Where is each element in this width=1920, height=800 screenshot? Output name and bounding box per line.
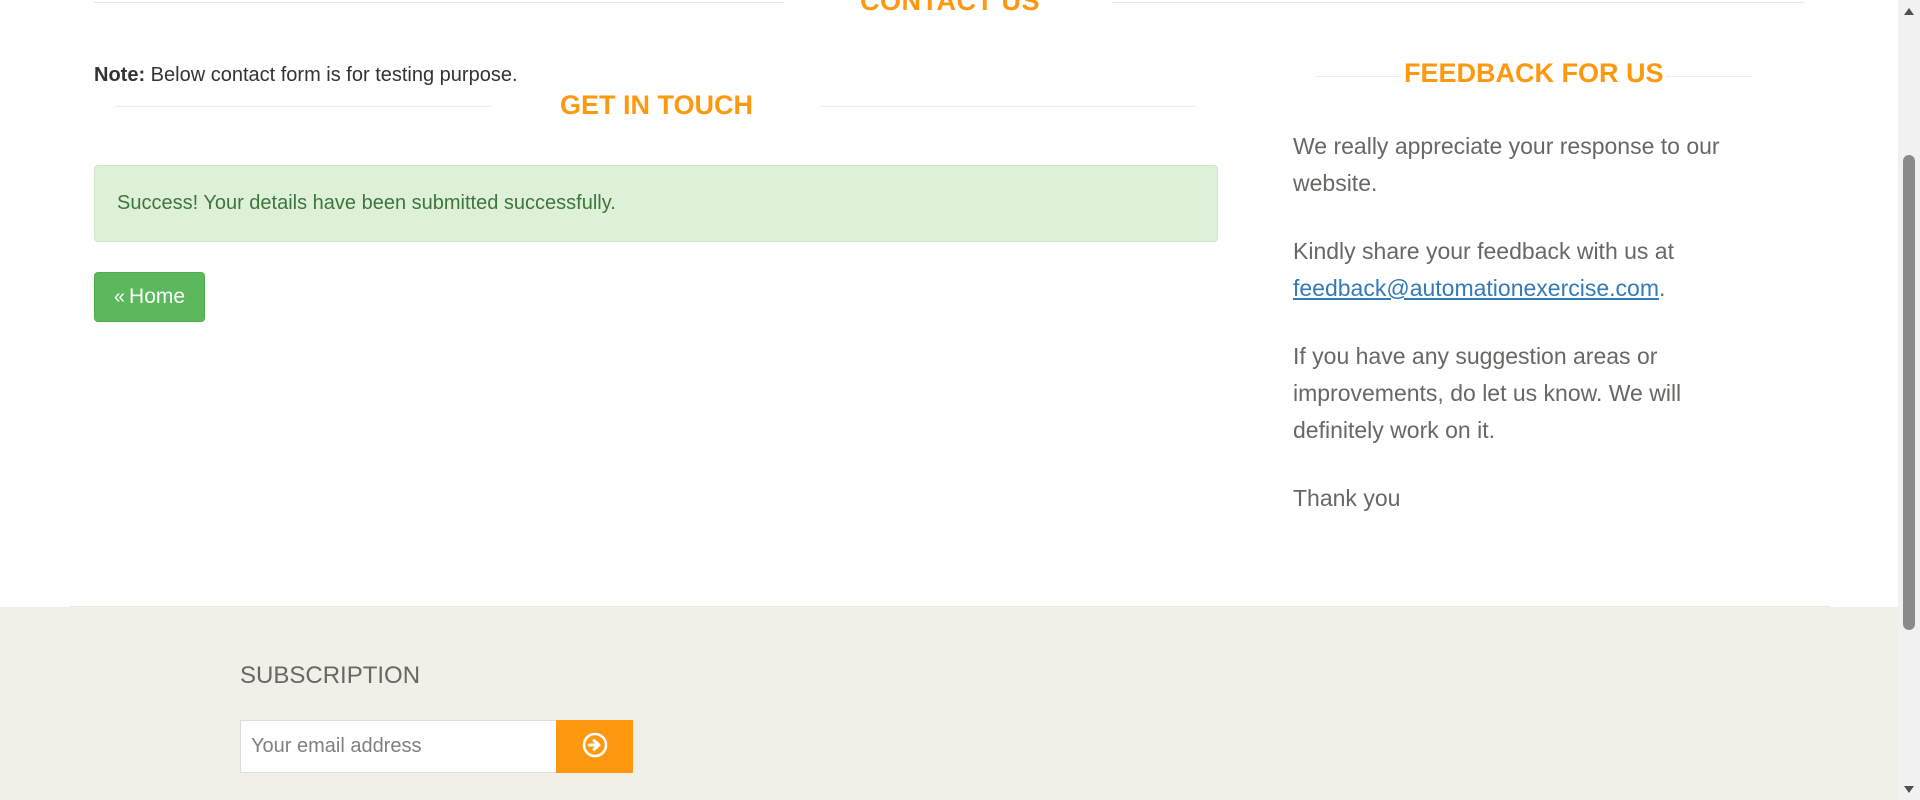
feedback-paragraph-suggestions: If you have any suggestion areas or impr… — [1293, 343, 1682, 443]
subscription-email-input[interactable] — [240, 720, 557, 773]
feedback-paragraph-appreciate: We really appreciate your response to ou… — [1293, 133, 1720, 196]
page-scrollbar[interactable] — [1898, 0, 1920, 800]
feedback-divider-right — [1666, 76, 1752, 77]
heading-divider-left — [94, 2, 784, 3]
get-in-touch-title: GET IN TOUCH — [560, 90, 754, 120]
subscription-title: SUBSCRIPTION — [240, 662, 421, 689]
get-in-touch-divider-left — [115, 106, 491, 107]
page: CONTACT US Note: Below contact form is f… — [0, 0, 1920, 800]
feedback-paragraph-share: Kindly share your feedback with us at fe… — [1293, 233, 1763, 307]
feedback-share-period: . — [1658, 275, 1666, 301]
feedback-divider-left — [1316, 76, 1402, 77]
double-chevron-left-icon: « — [113, 286, 126, 308]
success-message: Success! Your details have been submitte… — [117, 192, 616, 214]
contact-us-title: CONTACT US — [860, 0, 1040, 16]
scroll-down-arrow-icon[interactable] — [1898, 781, 1920, 798]
feedback-paragraph-thanks: Thank you — [1293, 485, 1401, 511]
testing-note: Note: Below contact form is for testing … — [94, 64, 518, 87]
footer: SUBSCRIPTION — [0, 607, 1898, 800]
heading-divider-right — [1112, 2, 1804, 3]
scroll-up-arrow-icon[interactable] — [1898, 2, 1920, 19]
feedback-title: FEEDBACK FOR US — [1404, 58, 1664, 88]
subscribe-button[interactable] — [556, 720, 633, 773]
contact-us-heading: CONTACT US — [94, 0, 1804, 16]
success-alert: Success! Your details have been submitte… — [94, 165, 1218, 242]
scrollbar-thumb[interactable] — [1903, 155, 1915, 630]
feedback-email-link[interactable]: feedback@automationexercise.com — [1293, 275, 1659, 301]
feedback-share-text: Kindly share your feedback with us at — [1293, 238, 1674, 264]
note-text: Below contact form is for testing purpos… — [145, 64, 518, 86]
get-in-touch-divider-right — [820, 106, 1196, 107]
home-button-label: Home — [129, 285, 186, 308]
note-label: Note: — [94, 64, 146, 86]
home-button[interactable]: « Home — [94, 272, 205, 322]
arrow-circle-right-icon — [582, 732, 608, 761]
